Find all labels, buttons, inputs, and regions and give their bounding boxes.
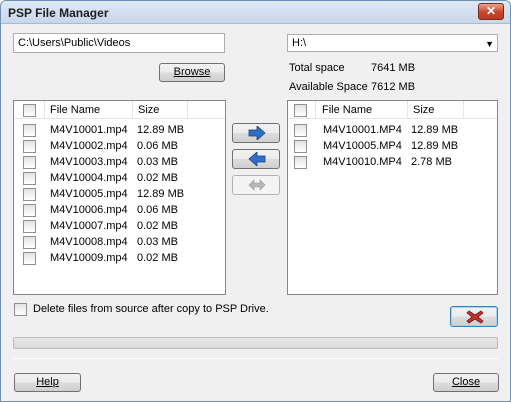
delete-button[interactable]	[450, 306, 498, 327]
list-item[interactable]: M4V10006.mp4 0.06 MB	[14, 203, 225, 219]
help-button-label: Help	[36, 376, 59, 388]
file-name: M4V10005.mp4	[50, 188, 128, 200]
file-name: M4V10006.mp4	[50, 204, 128, 216]
file-name: M4V10009.mp4	[50, 252, 128, 264]
transfer-progress-bar	[13, 337, 498, 349]
file-checkbox[interactable]	[23, 252, 36, 265]
list-item[interactable]: M4V10001.mp4 12.89 MB	[14, 123, 225, 139]
source-header-name[interactable]: File Name	[45, 101, 100, 119]
browse-button-label: Browse	[173, 66, 211, 78]
file-checkbox[interactable]	[23, 204, 36, 217]
file-checkbox[interactable]	[23, 188, 36, 201]
file-checkbox[interactable]	[23, 172, 36, 185]
total-space-value: 7641 MB	[371, 62, 416, 74]
total-space-label: Total space	[289, 62, 345, 74]
file-checkbox[interactable]	[294, 140, 307, 153]
list-item[interactable]: M4V10005.MP4 12.89 MB	[288, 139, 497, 155]
file-checkbox[interactable]	[23, 220, 36, 233]
file-size: 12.89 MB	[411, 140, 459, 152]
drive-select[interactable]: H:\ ▼	[287, 34, 498, 52]
sync-button[interactable]	[232, 175, 280, 195]
window-close-button[interactable]: ✕	[478, 3, 504, 20]
file-name: M4V10003.mp4	[50, 156, 128, 168]
file-size: 12.89 MB	[411, 124, 459, 136]
copy-to-psp-button[interactable]	[232, 123, 280, 143]
file-size: 0.03 MB	[137, 156, 178, 168]
delete-x-icon	[466, 310, 484, 324]
close-icon: ✕	[485, 4, 497, 18]
file-size: 0.06 MB	[137, 140, 178, 152]
chevron-down-icon: ▼	[485, 39, 494, 49]
file-checkbox[interactable]	[23, 124, 36, 137]
source-select-all-checkbox[interactable]	[23, 104, 36, 117]
close-button-label: Close	[451, 376, 481, 388]
file-name: M4V10001.MP4	[323, 124, 402, 136]
list-item[interactable]: M4V10004.mp4 0.02 MB	[14, 171, 225, 187]
source-list-header: File Name Size	[14, 101, 225, 119]
delete-after-copy-label[interactable]: Delete files from source after copy to P…	[33, 303, 269, 315]
list-item[interactable]: M4V10003.mp4 0.03 MB	[14, 155, 225, 171]
file-name: M4V10004.mp4	[50, 172, 128, 184]
file-name: M4V10002.mp4	[50, 140, 128, 152]
file-checkbox[interactable]	[23, 156, 36, 169]
source-file-list[interactable]: File Name Size M4V10001.mp4 12.89 MB M4V10…	[13, 100, 226, 295]
list-item[interactable]: M4V10002.mp4 0.06 MB	[14, 139, 225, 155]
file-size: 0.02 MB	[137, 252, 178, 264]
double-arrow-icon	[248, 179, 266, 191]
source-header-size[interactable]: Size	[133, 101, 159, 119]
file-size: 0.02 MB	[137, 172, 178, 184]
copy-to-source-button[interactable]	[232, 149, 280, 169]
file-size: 12.89 MB	[137, 124, 185, 136]
file-checkbox[interactable]	[23, 140, 36, 153]
title-bar: PSP File Manager ✕	[1, 1, 510, 24]
list-item[interactable]: M4V10010.MP4 2.78 MB	[288, 155, 497, 171]
file-checkbox[interactable]	[23, 236, 36, 249]
close-button[interactable]: Close	[433, 373, 499, 392]
available-space-label: Available Space	[289, 81, 368, 93]
psp-header-size[interactable]: Size	[408, 101, 434, 119]
list-item[interactable]: M4V10009.mp4 0.02 MB	[14, 251, 225, 267]
file-name: M4V10007.mp4	[50, 220, 128, 232]
file-size: 2.78 MB	[411, 156, 452, 168]
delete-after-copy-checkbox[interactable]	[14, 303, 27, 316]
psp-file-list[interactable]: File Name Size M4V10001.MP4 12.89 MB M4V10…	[287, 100, 498, 295]
browse-button[interactable]: Browse	[159, 63, 225, 82]
file-size: 0.06 MB	[137, 204, 178, 216]
file-size: 0.02 MB	[137, 220, 178, 232]
list-item[interactable]: M4V10007.mp4 0.02 MB	[14, 219, 225, 235]
psp-file-manager-window: PSP File Manager ✕ C:\Users\Public\Video…	[0, 0, 511, 402]
arrow-left-icon	[248, 152, 266, 166]
file-name: M4V10008.mp4	[50, 236, 128, 248]
file-name: M4V10010.MP4	[323, 156, 402, 168]
file-size: 12.89 MB	[137, 188, 185, 200]
list-item[interactable]: M4V10008.mp4 0.03 MB	[14, 235, 225, 251]
psp-select-all-checkbox[interactable]	[294, 104, 307, 117]
psp-header-name[interactable]: File Name	[317, 101, 372, 119]
source-path-field[interactable]: C:\Users\Public\Videos	[13, 33, 225, 53]
list-item[interactable]: M4V10001.MP4 12.89 MB	[288, 123, 497, 139]
list-item[interactable]: M4V10005.mp4 12.89 MB	[14, 187, 225, 203]
psp-list-header: File Name Size	[288, 101, 497, 119]
file-size: 0.03 MB	[137, 236, 178, 248]
window-title: PSP File Manager	[8, 6, 109, 20]
available-space-value: 7612 MB	[371, 81, 416, 93]
file-checkbox[interactable]	[294, 124, 307, 137]
drive-select-value: H:\	[292, 37, 307, 49]
help-button[interactable]: Help	[14, 373, 81, 392]
footer-divider	[13, 358, 498, 359]
file-name: M4V10001.mp4	[50, 124, 128, 136]
file-name: M4V10005.MP4	[323, 140, 402, 152]
file-checkbox[interactable]	[294, 156, 307, 169]
arrow-right-icon	[248, 126, 266, 140]
